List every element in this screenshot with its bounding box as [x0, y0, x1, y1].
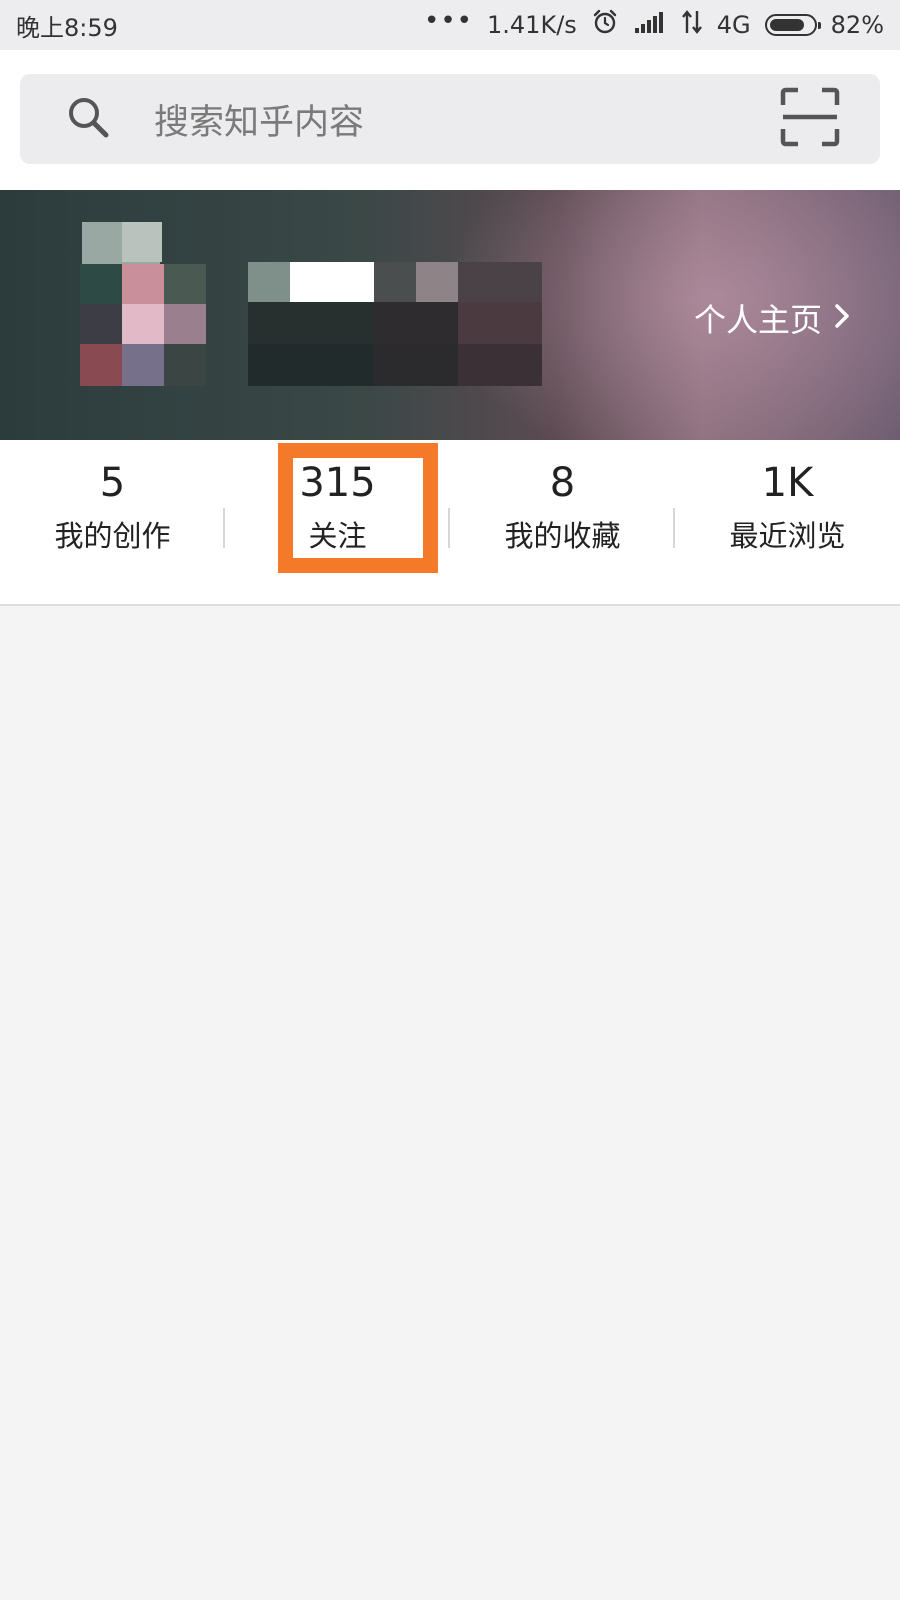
highlight-annotation-box [278, 443, 438, 573]
profile-homepage-label: 个人主页 [693, 301, 822, 339]
username-redacted[interactable] [248, 262, 578, 388]
stat-recent-views[interactable]: 1K 最近浏览 [675, 440, 900, 604]
search-bar[interactable]: 搜索知乎内容 [20, 74, 880, 164]
network-speed: 1.41K/s [487, 11, 577, 39]
status-icons: ••• 1.41K/s 4G 82% [424, 8, 884, 42]
status-bar: 晚上8:59 ••• 1.41K/s 4G 82% [0, 0, 900, 50]
search-header: 搜索知乎内容 [0, 50, 900, 190]
stat-label: 最近浏览 [729, 519, 846, 553]
stat-value: 1K [761, 460, 814, 506]
search-icon [66, 95, 110, 143]
profile-homepage-link[interactable]: 个人主页 [694, 295, 850, 341]
profile-stats: 5 我的创作 315 关注 8 我的收藏 1K 最近浏览 [0, 440, 900, 606]
status-time: 晚上8:59 [16, 13, 118, 42]
signal-icon [633, 10, 667, 40]
network-type: 4G [716, 11, 751, 39]
avatar[interactable] [80, 222, 210, 392]
stat-label: 我的收藏 [504, 519, 621, 553]
stat-value: 8 [549, 460, 576, 506]
stat-my-creations[interactable]: 5 我的创作 [0, 440, 225, 604]
chevron-right-icon [834, 299, 850, 337]
battery-percent: 82% [830, 11, 884, 39]
data-transfer-icon [681, 9, 703, 41]
highlight-inner-border [293, 458, 423, 558]
scan-icon[interactable] [780, 87, 840, 151]
profile-banner[interactable]: 个人主页 [0, 190, 900, 440]
empty-content-area [0, 606, 900, 1600]
stat-my-favorites[interactable]: 8 我的收藏 [450, 440, 675, 604]
battery-icon [764, 14, 821, 36]
alarm-icon [591, 8, 619, 42]
stat-label: 我的创作 [54, 519, 171, 553]
more-notifications-icon: ••• [424, 6, 474, 36]
battery-fill [769, 19, 804, 31]
search-input[interactable]: 搜索知乎内容 [154, 94, 780, 145]
stat-value: 5 [99, 460, 126, 506]
